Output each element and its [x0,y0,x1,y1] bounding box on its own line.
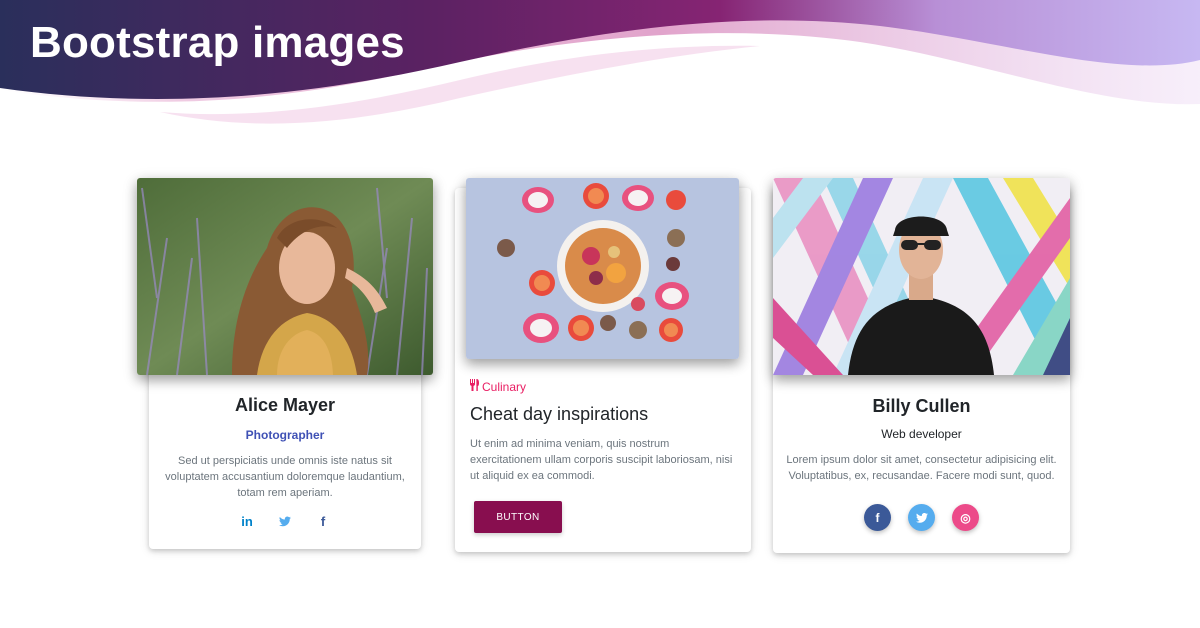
linkedin-icon[interactable]: in [241,514,253,529]
card-button[interactable]: BUTTON [474,501,562,533]
social-buttons: f ◎ [773,504,1070,531]
card-text: Lorem ipsum dolor sit amet, consectetur … [786,454,1057,482]
twitter-icon[interactable] [279,514,291,528]
facebook-icon[interactable]: f [864,504,891,531]
twitter-icon[interactable] [908,504,935,531]
header-banner: Bootstrap images [0,0,1200,160]
card-name: Billy Cullen [872,396,971,416]
category-label[interactable]: Culinary [469,379,526,394]
social-links: in f [149,514,421,529]
card-role: Web developer [881,427,962,441]
card-text: Sed ut perspiciatis unde omnis iste natu… [165,455,405,499]
card-title: Cheat day inspirations [470,404,649,424]
category-text: Culinary [482,379,527,394]
photo-fruit-bowl [466,178,739,359]
card-role-link[interactable]: Photographer [149,428,421,442]
photo-man-graffiti [773,178,1070,375]
facebook-icon[interactable]: f [317,514,329,529]
dribbble-icon[interactable]: ◎ [952,504,979,531]
profile-card-alice: Alice Mayer Photographer Sed ut perspici… [149,362,421,549]
card-name: Alice Mayer [234,395,336,415]
card-text: Ut enim ad minima veniam, quis nostrum e… [470,438,733,482]
photo-woman-lavender [137,178,433,375]
utensils-icon [469,379,479,394]
page-title: Bootstrap images [30,18,405,67]
